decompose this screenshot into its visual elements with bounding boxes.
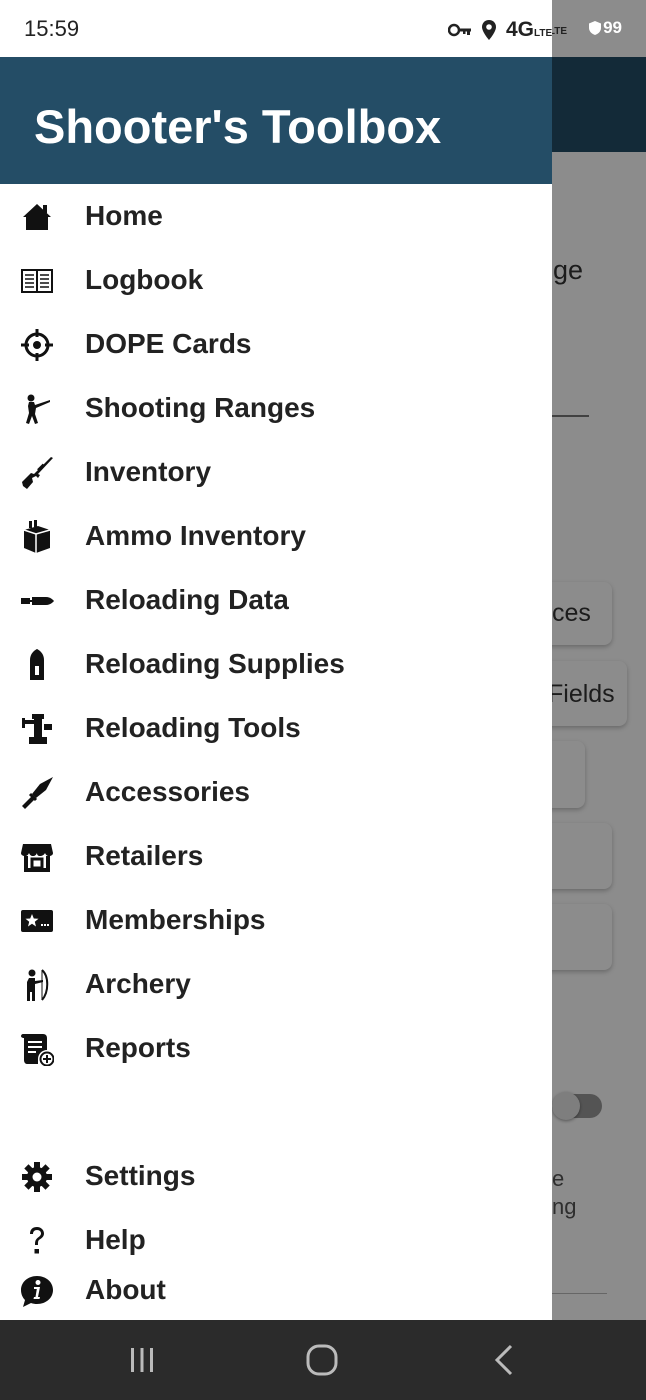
menu-item-about[interactable]: About <box>0 1260 552 1320</box>
back-chevron-icon <box>494 1344 513 1376</box>
crosshair-icon <box>18 328 56 362</box>
system-navigation-bar <box>0 1320 646 1400</box>
network-subtype: LTE <box>534 28 552 39</box>
menu-item-label: Ammo Inventory <box>85 520 306 551</box>
menu-item-reloading-tools[interactable]: Reloading Tools <box>0 698 552 760</box>
menu-item-label: Retailers <box>85 840 204 871</box>
menu-item-label: Accessories <box>85 776 251 807</box>
recent-apps-icon <box>131 1348 153 1372</box>
drawer-status-area: 15:59 4GLTE <box>0 0 552 57</box>
question-icon <box>18 1224 56 1258</box>
home-icon <box>18 200 56 234</box>
menu-item-label: DOPE Cards <box>85 328 252 359</box>
menu-item-label: Archery <box>85 968 191 999</box>
shooter-icon <box>18 392 56 426</box>
home-button[interactable] <box>302 1342 342 1378</box>
menu-item-label: Reports <box>85 1032 191 1063</box>
network-type: 4G <box>506 18 535 41</box>
menu-item-label: Settings <box>85 1160 196 1191</box>
menu-item-dope-cards[interactable]: DOPE Cards <box>0 314 552 376</box>
menu-item-label: Reloading Data <box>85 584 289 615</box>
recent-apps-button[interactable] <box>122 1342 162 1378</box>
menu-item-settings[interactable]: Settings <box>0 1146 552 1208</box>
membership-card-icon <box>18 904 56 938</box>
menu-item-inventory[interactable]: Inventory <box>0 442 552 504</box>
archer-icon <box>18 968 56 1002</box>
navigation-drawer: 15:59 4GLTE Shooter's Toolbox Home Logbo… <box>0 0 552 1320</box>
menu-item-accessories[interactable]: Accessories <box>0 762 552 824</box>
shield-icon <box>589 21 602 35</box>
bullet-icon <box>18 584 56 618</box>
drawer-header: Shooter's Toolbox <box>0 57 552 184</box>
menu-item-label: Inventory <box>85 456 212 487</box>
menu-item-home[interactable]: Home <box>0 186 552 248</box>
back-button[interactable] <box>484 1342 524 1378</box>
status-icons: 4GLTE <box>448 18 552 42</box>
drawer-title: Shooter's Toolbox <box>34 100 442 153</box>
menu-item-ammo-inventory[interactable]: Ammo Inventory <box>0 506 552 568</box>
cartridge-icon <box>18 648 56 682</box>
menu-item-label: Memberships <box>85 904 266 935</box>
store-icon <box>18 840 56 874</box>
menu-item-memberships[interactable]: Memberships <box>0 890 552 952</box>
menu-item-logbook[interactable]: Logbook <box>0 250 552 312</box>
status-time: 15:59 <box>24 16 80 41</box>
menu-item-shooting-ranges[interactable]: Shooting Ranges <box>0 378 552 440</box>
knife-icon <box>18 776 56 810</box>
report-icon <box>18 1032 56 1066</box>
home-circle-icon <box>306 1344 338 1376</box>
menu-item-reloading-data[interactable]: Reloading Data <box>0 570 552 632</box>
menu-item-label: Home <box>85 200 163 231</box>
rifle-icon <box>18 456 56 490</box>
battery-level: 99 <box>603 18 622 37</box>
menu-item-archery[interactable]: Archery <box>0 954 552 1016</box>
menu-item-label: Reloading Tools <box>85 712 301 743</box>
menu-item-retailers[interactable]: Retailers <box>0 826 552 888</box>
ammo-box-icon <box>18 520 56 554</box>
press-icon <box>18 712 56 746</box>
menu-item-label: Reloading Supplies <box>85 648 345 679</box>
menu-item-label: Help <box>85 1224 146 1255</box>
menu-item-label: Logbook <box>85 264 204 295</box>
location-icon <box>482 20 496 40</box>
menu-item-reloading-supplies[interactable]: Reloading Supplies <box>0 634 552 696</box>
menu-item-label: Shooting Ranges <box>85 392 316 423</box>
vpn-key-icon <box>448 23 471 37</box>
logbook-icon <box>18 264 56 298</box>
menu-item-label: About <box>85 1274 166 1305</box>
info-icon <box>18 1274 56 1308</box>
gear-icon <box>18 1160 56 1194</box>
menu-item-reports[interactable]: Reports <box>0 1018 552 1080</box>
